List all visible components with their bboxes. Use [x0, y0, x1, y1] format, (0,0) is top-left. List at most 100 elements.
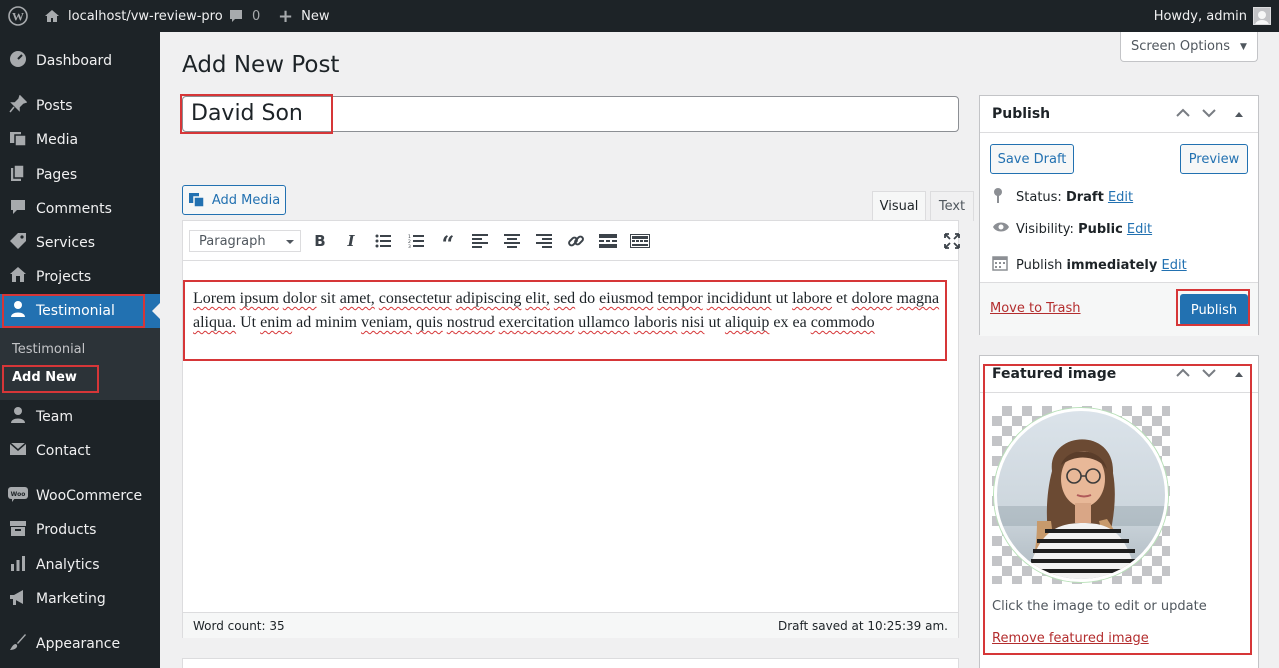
sidebar-item-dashboard[interactable]: Dashboard	[0, 44, 160, 78]
svg-text:Woo: Woo	[11, 491, 26, 498]
collapse-icon[interactable]	[1234, 106, 1244, 122]
publish-button[interactable]: Publish	[1180, 294, 1248, 326]
read-more-icon[interactable]	[596, 230, 620, 252]
visibility-value: Public	[1078, 221, 1123, 237]
status-label: Status:	[1016, 189, 1062, 205]
page-title: Add New Post	[182, 52, 340, 78]
sidebar-item-label: Comments	[36, 201, 112, 217]
site-url: localhost/vw-review-pro	[68, 8, 223, 24]
avatar	[1253, 7, 1271, 25]
move-up-icon[interactable]	[1176, 366, 1190, 382]
sidebar-item-label: Posts	[36, 98, 73, 114]
content-word: exercitation	[498, 314, 575, 331]
comment-icon	[230, 10, 242, 22]
sidebar-item-products[interactable]: Products	[0, 513, 160, 547]
content-word: incididunt	[706, 290, 772, 307]
content-word: aliquip	[724, 314, 770, 331]
content-word: ad	[296, 314, 312, 331]
media-icon	[188, 193, 205, 208]
comments-link[interactable]: 0	[228, 0, 260, 32]
edit-status-link[interactable]: Edit	[1108, 190, 1133, 205]
screen-options-button[interactable]: Screen Options ▼	[1120, 32, 1258, 62]
featured-image[interactable]	[992, 406, 1170, 584]
svg-text:3: 3	[408, 244, 411, 248]
add-media-button[interactable]: Add Media	[182, 185, 286, 215]
sidebar-item-marketing[interactable]: Marketing	[0, 582, 160, 616]
content-word: labore	[792, 290, 833, 307]
tab-visual[interactable]: Visual	[872, 191, 926, 221]
wordpress-logo-icon[interactable]: W	[8, 0, 28, 32]
pin-icon	[992, 187, 1016, 207]
sidebar-item-posts[interactable]: Posts	[0, 89, 160, 123]
post-title-input[interactable]: David Son	[182, 96, 959, 132]
sidebar-item-team[interactable]: Team	[0, 400, 160, 434]
content-word: enim	[260, 314, 293, 331]
content-word: ut	[775, 290, 789, 307]
publish-box-title: Publish	[992, 106, 1051, 122]
visibility-label: Visibility:	[1016, 221, 1074, 237]
fullscreen-icon[interactable]	[940, 230, 964, 252]
remove-featured-image-link[interactable]: Remove featured image	[992, 631, 1149, 646]
toolbar-toggle-icon[interactable]	[628, 230, 652, 252]
sidebar-item-projects[interactable]: Projects	[0, 260, 160, 294]
my-account[interactable]: Howdy, admin	[1154, 0, 1271, 32]
sidebar-item-services[interactable]: Services	[0, 226, 160, 260]
format-select[interactable]: Paragraph	[189, 230, 301, 252]
link-icon[interactable]	[564, 230, 588, 252]
editor-status-bar: Word count: 35 Draft saved at 10:25:39 a…	[183, 612, 958, 638]
edit-schedule-link[interactable]: Edit	[1162, 258, 1187, 273]
bullet-list-icon[interactable]	[371, 230, 395, 252]
mail-icon	[0, 440, 36, 462]
bold-icon[interactable]: B	[308, 230, 332, 252]
submenu-item-testimonial[interactable]: Testimonial	[12, 342, 85, 357]
publish-time-value: immediately	[1066, 257, 1158, 273]
numbered-list-icon[interactable]: 123	[404, 230, 428, 252]
sidebar-item-contact[interactable]: Contact	[0, 434, 160, 468]
content-word: et	[836, 290, 848, 307]
move-down-icon[interactable]	[1202, 106, 1216, 122]
sidebar-item-analytics[interactable]: Analytics	[0, 548, 160, 582]
sidebar-item-appearance[interactable]: Appearance	[0, 627, 160, 661]
sidebar-item-woocommerce[interactable]: Woo WooCommerce	[0, 479, 160, 513]
tab-text[interactable]: Text	[930, 191, 974, 221]
blockquote-icon[interactable]: “	[436, 230, 460, 258]
content-word: ut	[708, 314, 721, 331]
sidebar-item-label: Projects	[36, 269, 92, 285]
sidebar-item-pages[interactable]: Pages	[0, 158, 160, 192]
publish-time-label: Publish	[1016, 257, 1063, 273]
move-to-trash-link[interactable]: Move to Trash	[990, 301, 1081, 316]
italic-icon[interactable]: I	[339, 230, 363, 252]
edit-visibility-link[interactable]: Edit	[1127, 222, 1152, 237]
portrait-photo	[994, 408, 1168, 582]
woo-icon: Woo	[0, 486, 36, 506]
sidebar-item-label: Dashboard	[36, 53, 112, 69]
content-word: quis	[416, 314, 443, 331]
divider	[980, 132, 1258, 133]
collapse-icon[interactable]	[1234, 366, 1244, 382]
content-word: commodo	[810, 314, 875, 331]
new-label: New	[301, 8, 330, 24]
align-right-icon[interactable]	[532, 230, 556, 252]
sidebar-item-comments[interactable]: Comments	[0, 192, 160, 226]
tab-visual-label: Visual	[879, 199, 919, 214]
sidebar-item-label: WooCommerce	[36, 488, 143, 504]
content-word: Ut	[240, 314, 257, 331]
sidebar-item-media[interactable]: Media	[0, 123, 160, 157]
admin-sidebar: Dashboard Posts Media Pages Comments Ser…	[0, 32, 160, 668]
align-left-icon[interactable]	[468, 230, 492, 252]
save-draft-button[interactable]: Save Draft	[990, 144, 1074, 174]
new-content-link[interactable]: + New	[278, 0, 329, 32]
editor-toolbar: Paragraph B I 123 “	[183, 221, 960, 261]
sidebar-item-testimonial[interactable]: Testimonial	[0, 294, 160, 328]
eye-icon	[992, 221, 1016, 237]
submenu-item-add-new[interactable]: Add New	[12, 370, 77, 385]
chart-icon	[0, 554, 36, 576]
screen-options-label: Screen Options	[1131, 39, 1231, 54]
move-down-icon[interactable]	[1202, 366, 1216, 382]
editor-content[interactable]: Lorem ipsum dolor sit amet, consectetur …	[193, 287, 948, 335]
site-name-link[interactable]: localhost/vw-review-pro	[44, 0, 223, 32]
align-center-icon[interactable]	[500, 230, 524, 252]
preview-button[interactable]: Preview	[1180, 144, 1248, 174]
content-word: minim	[315, 314, 357, 331]
move-up-icon[interactable]	[1176, 106, 1190, 122]
